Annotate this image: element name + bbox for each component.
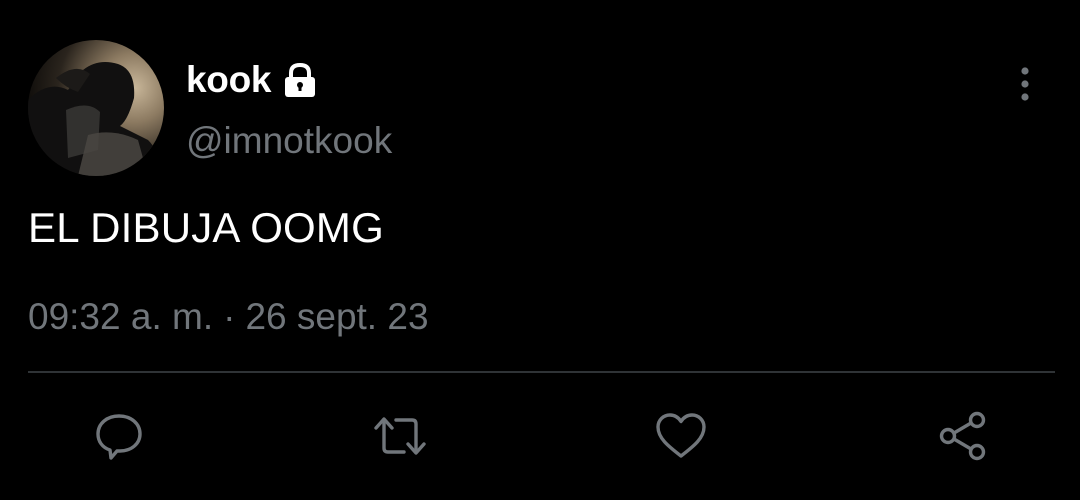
tweet-time: 09:32 a. m. xyxy=(28,296,214,337)
retweet-icon xyxy=(374,417,426,455)
timestamp-separator: · xyxy=(223,296,236,337)
avatar-photo xyxy=(28,62,164,176)
tweet-text: EL DIBUJA OOMG xyxy=(28,204,384,251)
tweet-card: kook @imnotkook EL DIBUJA OOMG 09:32 a. … xyxy=(0,0,1080,500)
share-icon xyxy=(939,411,986,461)
avatar[interactable] xyxy=(28,40,164,176)
share-button[interactable] xyxy=(933,406,993,466)
reply-button[interactable] xyxy=(89,406,149,466)
like-button[interactable] xyxy=(651,406,711,466)
tweet-date: 26 sept. 23 xyxy=(245,296,429,337)
display-name[interactable]: kook xyxy=(186,59,271,101)
heart-icon xyxy=(656,413,706,458)
display-name-row: kook xyxy=(186,58,319,102)
timestamp[interactable]: 09:32 a. m. · 26 sept. 23 xyxy=(28,296,429,338)
retweet-button[interactable] xyxy=(370,406,430,466)
user-handle[interactable]: @imnotkook xyxy=(186,120,392,162)
divider xyxy=(28,371,1055,373)
more-vertical-icon[interactable] xyxy=(1010,66,1040,104)
lock-icon xyxy=(281,61,319,99)
comment-icon xyxy=(96,414,142,460)
